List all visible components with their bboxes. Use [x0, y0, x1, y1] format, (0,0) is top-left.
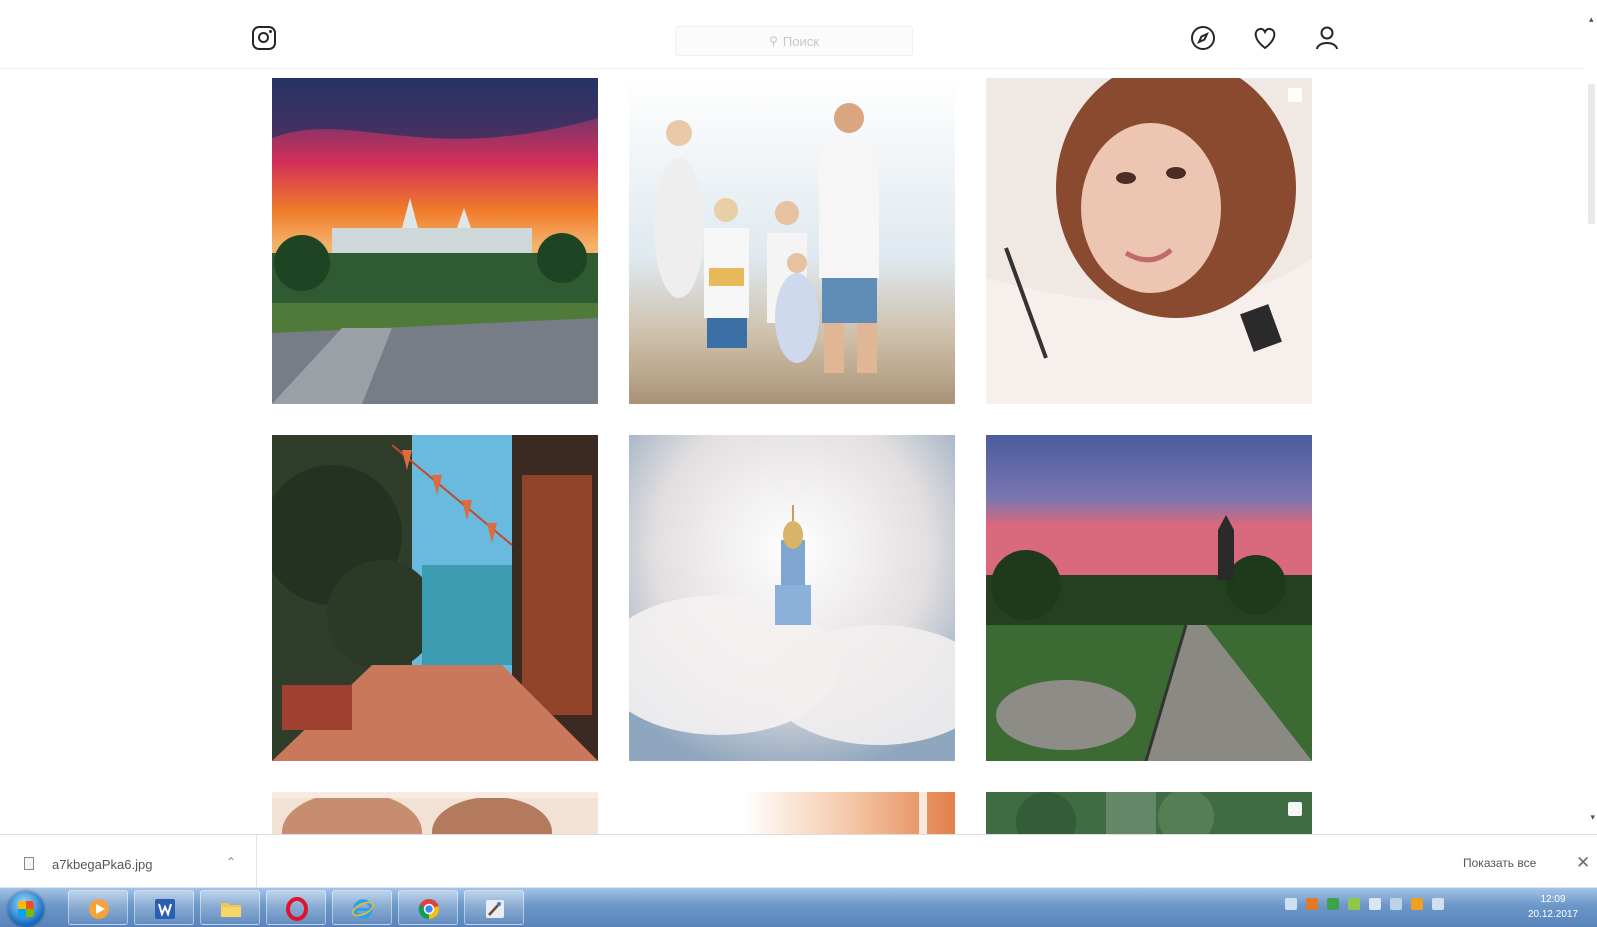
download-file-name[interactable]: a7kbegaPka6.jpg: [52, 857, 152, 872]
volume-icon[interactable]: [1369, 898, 1381, 910]
system-tray: [1285, 898, 1444, 918]
opera-icon: [286, 897, 308, 921]
internet-explorer-icon: [352, 899, 374, 919]
word-icon: [155, 899, 175, 919]
paint-icon: [486, 900, 504, 918]
search-placeholder: Поиск: [782, 33, 819, 49]
photo-tile-sunset-kremlin[interactable]: [272, 78, 598, 404]
tray-app-icon[interactable]: [1348, 898, 1360, 910]
chevron-up-icon[interactable]: ⌃: [226, 855, 236, 869]
instagram-logo-icon[interactable]: [252, 26, 276, 50]
tray-app-icon[interactable]: [1327, 898, 1339, 910]
search-icon: ⚲: [769, 34, 778, 48]
photo-tile-faces-closeup[interactable]: [272, 792, 598, 834]
taskbar-paint[interactable]: [464, 890, 524, 925]
photo-tile-family-beach[interactable]: [629, 78, 955, 404]
close-icon[interactable]: ✕: [1576, 853, 1590, 873]
system-clock[interactable]: 12:09 20.12.2017: [1520, 892, 1586, 922]
taskbar-internet-explorer[interactable]: [332, 890, 392, 925]
explorer-folder-icon: [221, 903, 241, 917]
taskbar-opera[interactable]: [266, 890, 326, 925]
instagram-header: ⚲ Поиск: [0, 0, 1597, 69]
divider: [256, 835, 257, 887]
file-icon: [24, 857, 34, 870]
heart-icon[interactable]: [1250, 23, 1280, 53]
start-button[interactable]: [8, 891, 44, 927]
search-input[interactable]: ⚲ Поиск: [675, 26, 913, 56]
scroll-down-arrow-icon[interactable]: ▾: [1590, 812, 1595, 823]
show-all-downloads-link[interactable]: Показать все: [1463, 856, 1536, 870]
photo-tile-selfie-girl[interactable]: [986, 78, 1312, 404]
scrollbar-thumb[interactable]: [1588, 84, 1595, 224]
chrome-icon: [418, 899, 439, 920]
taskbar-chrome[interactable]: [398, 890, 458, 925]
photo-tile-green-forest[interactable]: [986, 792, 1312, 834]
explore-compass-icon[interactable]: [1188, 23, 1218, 53]
clock-date: 20.12.2017: [1527, 909, 1579, 920]
taskbar-explorer[interactable]: [200, 890, 260, 925]
tray-app-icon[interactable]: [1411, 898, 1423, 910]
multi-photo-badge-icon: [1288, 88, 1302, 102]
action-center-icon[interactable]: [1285, 898, 1297, 910]
photo-tile-peach-blur[interactable]: [629, 792, 955, 834]
profile-icon[interactable]: [1312, 23, 1342, 53]
network-icon[interactable]: [1390, 898, 1402, 910]
windows-media-player-icon: [89, 899, 109, 919]
photo-tile-church-in-clouds[interactable]: [629, 435, 955, 761]
photo-tile-evening-boardwalk[interactable]: [986, 435, 1312, 761]
photo-tile-street-flags[interactable]: [272, 435, 598, 761]
language-icon[interactable]: [1432, 898, 1444, 910]
taskbar-media-player[interactable]: [68, 890, 128, 925]
photo-grid: [272, 78, 1316, 834]
clock-time: 12:09: [1540, 894, 1566, 905]
multi-photo-badge-icon: [1288, 802, 1302, 816]
download-bar: a7kbegaPka6.jpg ⌃ Показать все ✕: [0, 834, 1597, 888]
tray-app-icon[interactable]: [1306, 898, 1318, 910]
windows-taskbar: 12:09 20.12.2017: [0, 887, 1597, 927]
scroll-up-arrow-icon[interactable]: ▴: [1589, 14, 1597, 25]
taskbar-word[interactable]: [134, 890, 194, 925]
